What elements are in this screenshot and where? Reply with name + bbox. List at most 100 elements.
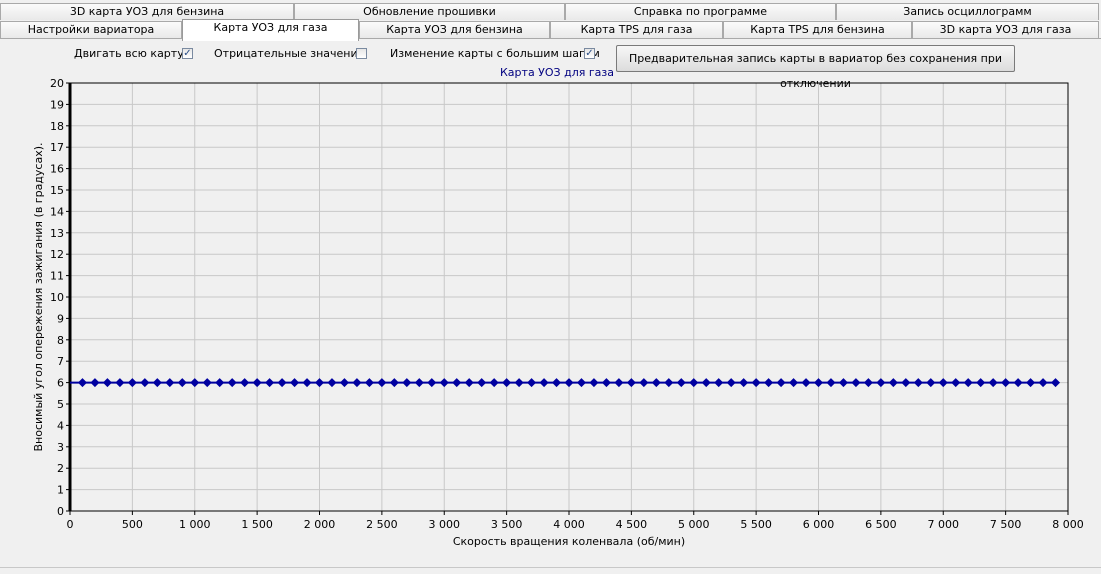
data-point[interactable] (152, 378, 162, 388)
data-point[interactable] (676, 378, 686, 388)
data-point[interactable] (127, 378, 137, 388)
data-point[interactable] (764, 378, 774, 388)
data-point[interactable] (277, 378, 287, 388)
data-point[interactable] (988, 378, 998, 388)
tab-oscillogram[interactable]: Запись осциллограмм (836, 3, 1099, 20)
data-point[interactable] (863, 378, 873, 388)
data-point[interactable] (1038, 378, 1048, 388)
data-point[interactable] (701, 378, 711, 388)
data-point[interactable] (739, 378, 749, 388)
data-point[interactable] (576, 378, 586, 388)
tab-uoz-benzin[interactable]: Карта УОЗ для бензина (359, 21, 550, 38)
data-point[interactable] (1026, 378, 1036, 388)
data-point[interactable] (926, 378, 936, 388)
tab-tps-gas[interactable]: Карта TPS для газа (550, 21, 723, 38)
data-point[interactable] (851, 378, 861, 388)
data-point[interactable] (601, 378, 611, 388)
x-tick-label: 500 (122, 518, 143, 531)
data-point[interactable] (1013, 378, 1023, 388)
data-point[interactable] (1051, 378, 1061, 388)
data-point[interactable] (826, 378, 836, 388)
data-point[interactable] (664, 378, 674, 388)
data-point[interactable] (913, 378, 923, 388)
data-point[interactable] (1001, 378, 1011, 388)
data-point[interactable] (614, 378, 624, 388)
data-point[interactable] (352, 378, 362, 388)
data-point[interactable] (215, 378, 225, 388)
tab-3d-uoz-benzin[interactable]: 3D карта УОЗ для бензина (0, 3, 294, 20)
data-point[interactable] (252, 378, 262, 388)
tab-3d-uoz-gas[interactable]: 3D карта УОЗ для газа (912, 21, 1099, 38)
tab-tps-benzin[interactable]: Карта TPS для бензина (723, 21, 912, 38)
data-point[interactable] (102, 378, 112, 388)
data-point[interactable] (165, 378, 175, 388)
data-point[interactable] (477, 378, 487, 388)
data-point[interactable] (202, 378, 212, 388)
data-point[interactable] (963, 378, 973, 388)
x-tick-label: 1 000 (179, 518, 211, 531)
data-point[interactable] (327, 378, 337, 388)
data-point[interactable] (776, 378, 786, 388)
data-point[interactable] (801, 378, 811, 388)
data-point[interactable] (502, 378, 512, 388)
data-point[interactable] (751, 378, 761, 388)
data-point[interactable] (539, 378, 549, 388)
negative-values-checkbox[interactable] (356, 48, 367, 59)
data-point[interactable] (651, 378, 661, 388)
data-point[interactable] (452, 378, 462, 388)
big-step-checkbox[interactable]: ✓ (584, 48, 595, 59)
data-point[interactable] (714, 378, 724, 388)
data-point[interactable] (464, 378, 474, 388)
data-point[interactable] (402, 378, 412, 388)
data-point[interactable] (938, 378, 948, 388)
data-point[interactable] (427, 378, 437, 388)
uoz-chart[interactable]: 01234567891011121314151617181920 0 500 1 0… (0, 0, 1101, 574)
data-point[interactable] (589, 378, 599, 388)
write-map-button[interactable]: Предварительная запись карты в вариатор … (616, 45, 1015, 90)
plot-area-frame (69, 82, 1069, 512)
data-point[interactable] (265, 378, 275, 388)
data-point[interactable] (789, 378, 799, 388)
data-point[interactable] (726, 378, 736, 388)
data-point[interactable] (838, 378, 848, 388)
tab-help[interactable]: Справка по программе (565, 3, 836, 20)
data-point[interactable] (489, 378, 499, 388)
data-point[interactable] (814, 378, 823, 388)
move-all-checkbox[interactable]: ✓ (182, 48, 193, 59)
data-point[interactable] (976, 378, 986, 388)
data-point[interactable] (290, 378, 300, 388)
data-point[interactable] (90, 378, 100, 388)
y-tick-label: 18 (50, 120, 64, 133)
data-point[interactable] (77, 378, 87, 388)
data-point[interactable] (626, 378, 636, 388)
data-point[interactable] (901, 378, 911, 388)
data-point[interactable] (389, 378, 399, 388)
data-point[interactable] (315, 378, 324, 388)
data-point[interactable] (377, 378, 387, 388)
data-point[interactable] (140, 378, 150, 388)
data-point[interactable] (190, 378, 200, 388)
tab-firmware-update[interactable]: Обновление прошивки (294, 3, 565, 20)
data-point[interactable] (240, 378, 250, 388)
data-point[interactable] (115, 378, 125, 388)
data-point[interactable] (364, 378, 374, 388)
data-point[interactable] (564, 378, 574, 388)
data-point[interactable] (527, 378, 537, 388)
data-point[interactable] (552, 378, 562, 388)
data-point[interactable] (414, 378, 424, 388)
series-uoz[interactable] (70, 378, 1061, 388)
data-point[interactable] (514, 378, 524, 388)
tab-uoz-gas[interactable]: Карта УОЗ для газа (182, 19, 359, 41)
data-point[interactable] (439, 378, 449, 388)
data-point[interactable] (689, 378, 699, 388)
data-point[interactable] (888, 378, 898, 388)
data-point[interactable] (876, 378, 886, 388)
data-point[interactable] (639, 378, 649, 388)
data-point[interactable] (177, 378, 187, 388)
data-point[interactable] (951, 378, 961, 388)
data-point[interactable] (339, 378, 349, 388)
y-axis-label: Вносимый угол опережения зажигания (в гр… (32, 142, 45, 451)
data-point[interactable] (227, 378, 237, 388)
tab-variator-settings[interactable]: Настройки вариатора (0, 21, 182, 38)
data-point[interactable] (302, 378, 312, 388)
